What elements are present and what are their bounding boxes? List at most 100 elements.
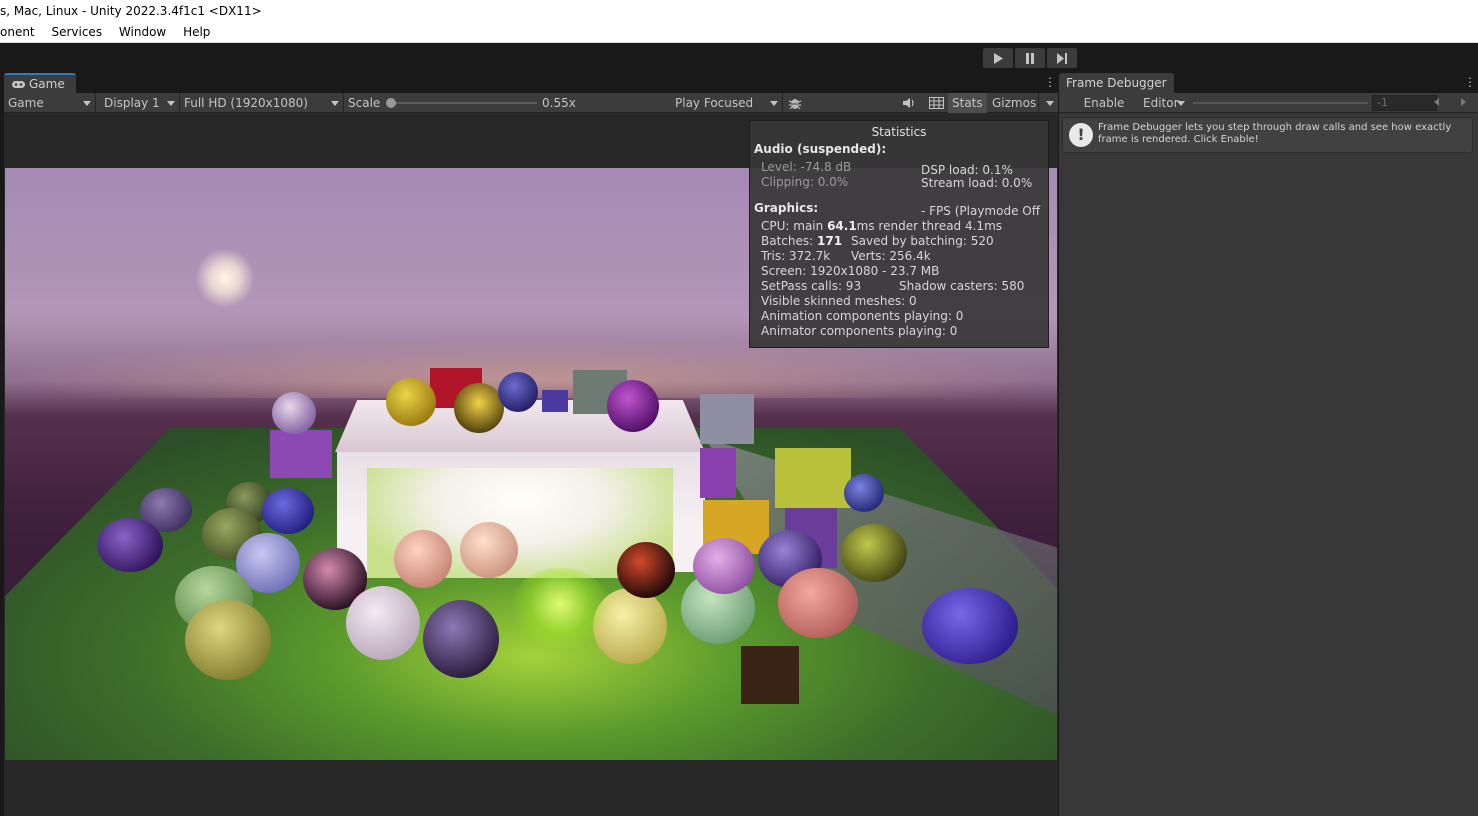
scene-cube: [700, 394, 754, 444]
scene-sphere: [272, 392, 316, 434]
menu-services[interactable]: Services: [51, 22, 102, 43]
scale-slider[interactable]: [389, 102, 537, 104]
play-button[interactable]: [983, 48, 1013, 68]
scene-sphere: [185, 600, 271, 680]
chevron-down-icon: [770, 101, 778, 106]
frame-debugger-tab-row: Frame Debugger ⋮: [1059, 73, 1478, 93]
cpu-prefix: CPU: main: [761, 219, 828, 233]
grid-icon[interactable]: [926, 95, 946, 111]
frame-debugger-toolbar: Enable Editor -1: [1059, 93, 1478, 113]
gamepad-icon: [12, 80, 25, 88]
menu-component[interactable]: onent: [0, 22, 35, 43]
shadow-casters-readout: Shadow casters: 580: [899, 279, 1025, 293]
tab-frame-debugger[interactable]: Frame Debugger: [1059, 73, 1174, 93]
display-dropdown[interactable]: Display 1: [100, 93, 180, 113]
game-tab-menu-icon[interactable]: ⋮: [1044, 75, 1056, 89]
scene-sphere: [693, 538, 755, 594]
scene-cube: [270, 430, 332, 478]
scene-sphere: [844, 474, 884, 512]
view-dropdown[interactable]: Game: [4, 93, 96, 113]
scale-label: Scale: [348, 96, 381, 110]
resolution-dropdown-label: Full HD (1920x1080): [184, 96, 308, 110]
statistics-title: Statistics: [871, 125, 927, 139]
play-mode-dropdown[interactable]: Play Focused: [671, 93, 783, 113]
frame-debugger-tab-menu-icon[interactable]: ⋮: [1464, 75, 1476, 89]
gizmos-dropdown[interactable]: [1038, 93, 1058, 113]
event-index-field[interactable]: -1: [1372, 95, 1437, 111]
warning-icon: !: [1069, 123, 1093, 147]
chevron-down-icon: [83, 101, 91, 106]
screen-readout: Screen: 1920x1080 - 23.7 MB: [761, 264, 940, 278]
tris-readout: Tris: 372.7k: [761, 249, 831, 263]
game-tab-row: Game ⋮: [4, 73, 1058, 93]
scene-sphere: [454, 383, 504, 433]
frame-debugger-info-box: ! Frame Debugger lets you step through d…: [1062, 117, 1473, 153]
event-slider[interactable]: [1193, 102, 1368, 104]
batches-prefix: Batches:: [761, 234, 817, 248]
stream-load: Stream load: 0.0%: [921, 176, 1033, 190]
scene-sphere: [617, 542, 675, 598]
frame-debugger-panel: Frame Debugger ⋮ Enable Editor -1 ! Fram…: [1059, 73, 1478, 816]
chevron-down-icon: [167, 101, 175, 106]
viewport-bottom-margin: [4, 760, 1058, 816]
scene-sphere: [778, 568, 858, 638]
fps-readout: - FPS (Playmode Off: [921, 204, 1040, 218]
scale-slider-handle[interactable]: [386, 98, 396, 108]
main-toolbar: [0, 43, 1478, 73]
batches-readout: Batches: 171: [761, 234, 842, 248]
batches-value: 171: [817, 234, 843, 248]
gizmos-button[interactable]: Gizmos: [988, 93, 1040, 113]
statistics-overlay: Statistics Audio (suspended): Level: -74…: [749, 120, 1049, 348]
setpass-readout: SetPass calls: 93: [761, 279, 862, 293]
cpu-readout: CPU: main 64.1ms render thread 4.1ms: [761, 219, 1002, 233]
stats-button[interactable]: Stats: [948, 93, 987, 113]
scene-sphere: [97, 518, 163, 572]
pause-button[interactable]: [1015, 48, 1045, 68]
scene-sphere: [841, 524, 907, 582]
scene-cube: [700, 448, 736, 498]
scene-sphere: [394, 530, 452, 588]
scene-sphere: [922, 588, 1018, 664]
scene-sphere: [262, 488, 314, 534]
audio-mute-icon[interactable]: [899, 95, 919, 111]
chevron-down-icon: [1177, 101, 1185, 106]
play-mode-dropdown-label: Play Focused: [675, 96, 754, 110]
audio-level: Level: -74.8 dB: [761, 160, 852, 174]
menu-window[interactable]: Window: [119, 22, 166, 43]
saved-batching: Saved by batching: 520: [851, 234, 994, 248]
audio-header: Audio (suspended):: [754, 142, 887, 156]
target-dropdown[interactable]: Editor: [1139, 93, 1187, 113]
step-button[interactable]: [1047, 48, 1077, 68]
menu-help[interactable]: Help: [183, 22, 210, 43]
scene-sun: [195, 248, 255, 308]
skinned-meshes-readout: Visible skinned meshes: 0: [761, 294, 917, 308]
animator-readout: Animator components playing: 0: [761, 324, 958, 338]
cpu-suffix: ms render thread 4.1ms: [856, 219, 1003, 233]
scene-cube: [775, 448, 851, 508]
dsp-load: DSP load: 0.1%: [921, 163, 1013, 177]
game-toolbar: Game Display 1 Full HD (1920x1080) Scale…: [4, 93, 1058, 113]
scene-sphere: [607, 380, 659, 432]
scene-sphere: [423, 600, 499, 678]
scene-green-light: [510, 568, 610, 648]
view-dropdown-label: Game: [8, 96, 44, 110]
window-title: s, Mac, Linux - Unity 2022.3.4f1c1 <DX11…: [0, 0, 1478, 22]
step-icon: [1056, 52, 1067, 64]
chevron-down-icon: [331, 101, 339, 106]
pause-icon: [1026, 52, 1034, 64]
next-event-icon[interactable]: [1461, 98, 1466, 106]
scene-sphere: [386, 378, 436, 426]
debug-bug-icon[interactable]: [785, 95, 805, 111]
display-dropdown-label: Display 1: [104, 96, 160, 110]
scale-value: 0.55x: [542, 96, 576, 110]
scene-cube: [542, 390, 568, 412]
cpu-main-value: 64.1: [827, 219, 857, 233]
target-dropdown-label: Editor: [1143, 96, 1179, 110]
scene-sphere: [498, 372, 538, 412]
resolution-dropdown[interactable]: Full HD (1920x1080): [180, 93, 344, 113]
audio-clipping: Clipping: 0.0%: [761, 175, 849, 189]
menu-bar: onent Services Window Help: [0, 22, 1478, 43]
enable-button[interactable]: Enable: [1069, 93, 1139, 113]
previous-event-icon[interactable]: [1434, 98, 1439, 106]
tab-game[interactable]: Game: [4, 73, 76, 93]
